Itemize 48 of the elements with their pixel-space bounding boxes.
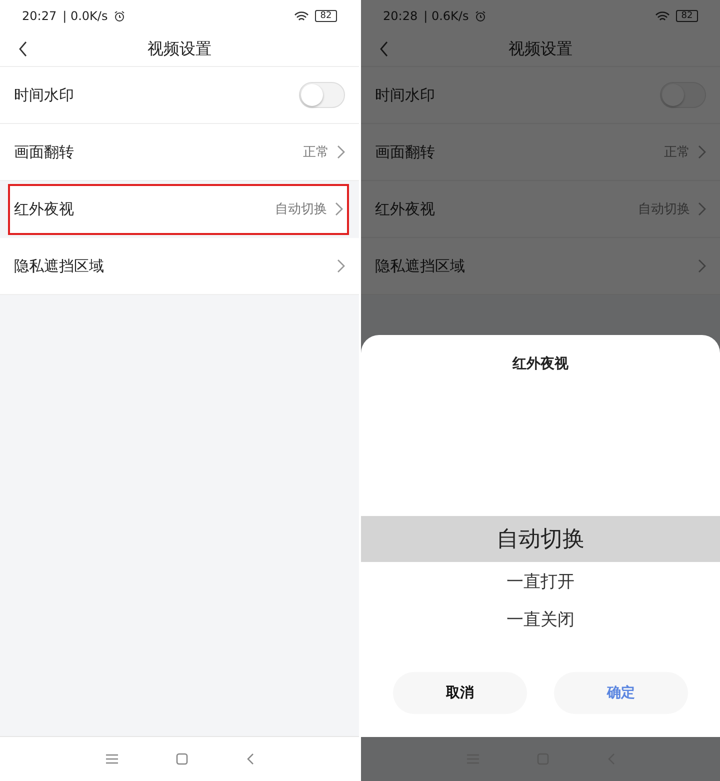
page-title: 视频设置 bbox=[508, 38, 574, 60]
sheet-title: 红外夜视 bbox=[511, 355, 570, 373]
setting-row[interactable]: 隐私遮挡区域 bbox=[361, 238, 720, 295]
chevron-right-icon bbox=[337, 145, 345, 159]
cancel-button[interactable]: 取消 bbox=[393, 672, 527, 714]
chevron-right-icon bbox=[698, 202, 706, 216]
setting-value: 自动切换 bbox=[638, 201, 690, 218]
chevron-right-icon bbox=[698, 259, 706, 273]
battery-level: 82 bbox=[676, 10, 698, 22]
home-icon[interactable] bbox=[176, 753, 188, 765]
chevron-right-icon bbox=[698, 145, 706, 159]
setting-label: 隐私遮挡区域 bbox=[375, 256, 466, 276]
status-time: 20:27 bbox=[22, 9, 57, 23]
setting-value: 自动切换 bbox=[275, 201, 327, 218]
setting-label: 画面翻转 bbox=[14, 142, 75, 162]
setting-label: 红外夜视 bbox=[14, 200, 75, 218]
picker-option[interactable]: 一直打开 bbox=[361, 562, 720, 600]
toggle-switch[interactable] bbox=[660, 82, 706, 108]
alarm-icon bbox=[474, 10, 486, 22]
setting-value: 正常 bbox=[664, 144, 690, 161]
setting-label: 隐私遮挡区域 bbox=[14, 256, 105, 276]
status-time: 20:28 bbox=[383, 9, 418, 23]
setting-row[interactable]: 时间水印 bbox=[361, 67, 720, 124]
back-icon[interactable] bbox=[18, 41, 28, 57]
setting-label: 画面翻转 bbox=[375, 142, 436, 162]
wifi-icon bbox=[655, 10, 670, 22]
chevron-right-icon bbox=[337, 259, 345, 273]
highlighted-setting-row[interactable]: 红外夜视 自动切换 bbox=[8, 184, 349, 235]
alarm-icon bbox=[114, 10, 125, 22]
chevron-right-icon bbox=[335, 202, 343, 216]
setting-label: 时间水印 bbox=[375, 86, 436, 104]
menu-icon[interactable] bbox=[106, 754, 118, 764]
page-title: 视频设置 bbox=[146, 38, 212, 60]
battery-level: 82 bbox=[315, 10, 337, 22]
setting-row[interactable]: 隐私遮挡区域 bbox=[0, 238, 359, 295]
picker-option[interactable]: 自动切换 bbox=[361, 516, 720, 562]
setting-row[interactable]: 红外夜视 自动切换 bbox=[361, 181, 720, 238]
network-speed: | 0.6K/s bbox=[424, 9, 469, 23]
setting-row[interactable]: 时间水印 bbox=[0, 67, 359, 124]
network-speed: | 0.0K/s bbox=[62, 9, 108, 23]
picker-option[interactable]: 一直关闭 bbox=[361, 600, 720, 638]
setting-label: 红外夜视 bbox=[375, 200, 436, 218]
setting-row[interactable]: 画面翻转 正常 bbox=[0, 124, 359, 181]
toggle-switch[interactable] bbox=[299, 82, 345, 108]
setting-value: 正常 bbox=[303, 144, 329, 161]
setting-label: 时间水印 bbox=[14, 86, 75, 104]
setting-row[interactable]: 画面翻转 正常 bbox=[361, 124, 720, 181]
wifi-icon bbox=[294, 10, 309, 22]
